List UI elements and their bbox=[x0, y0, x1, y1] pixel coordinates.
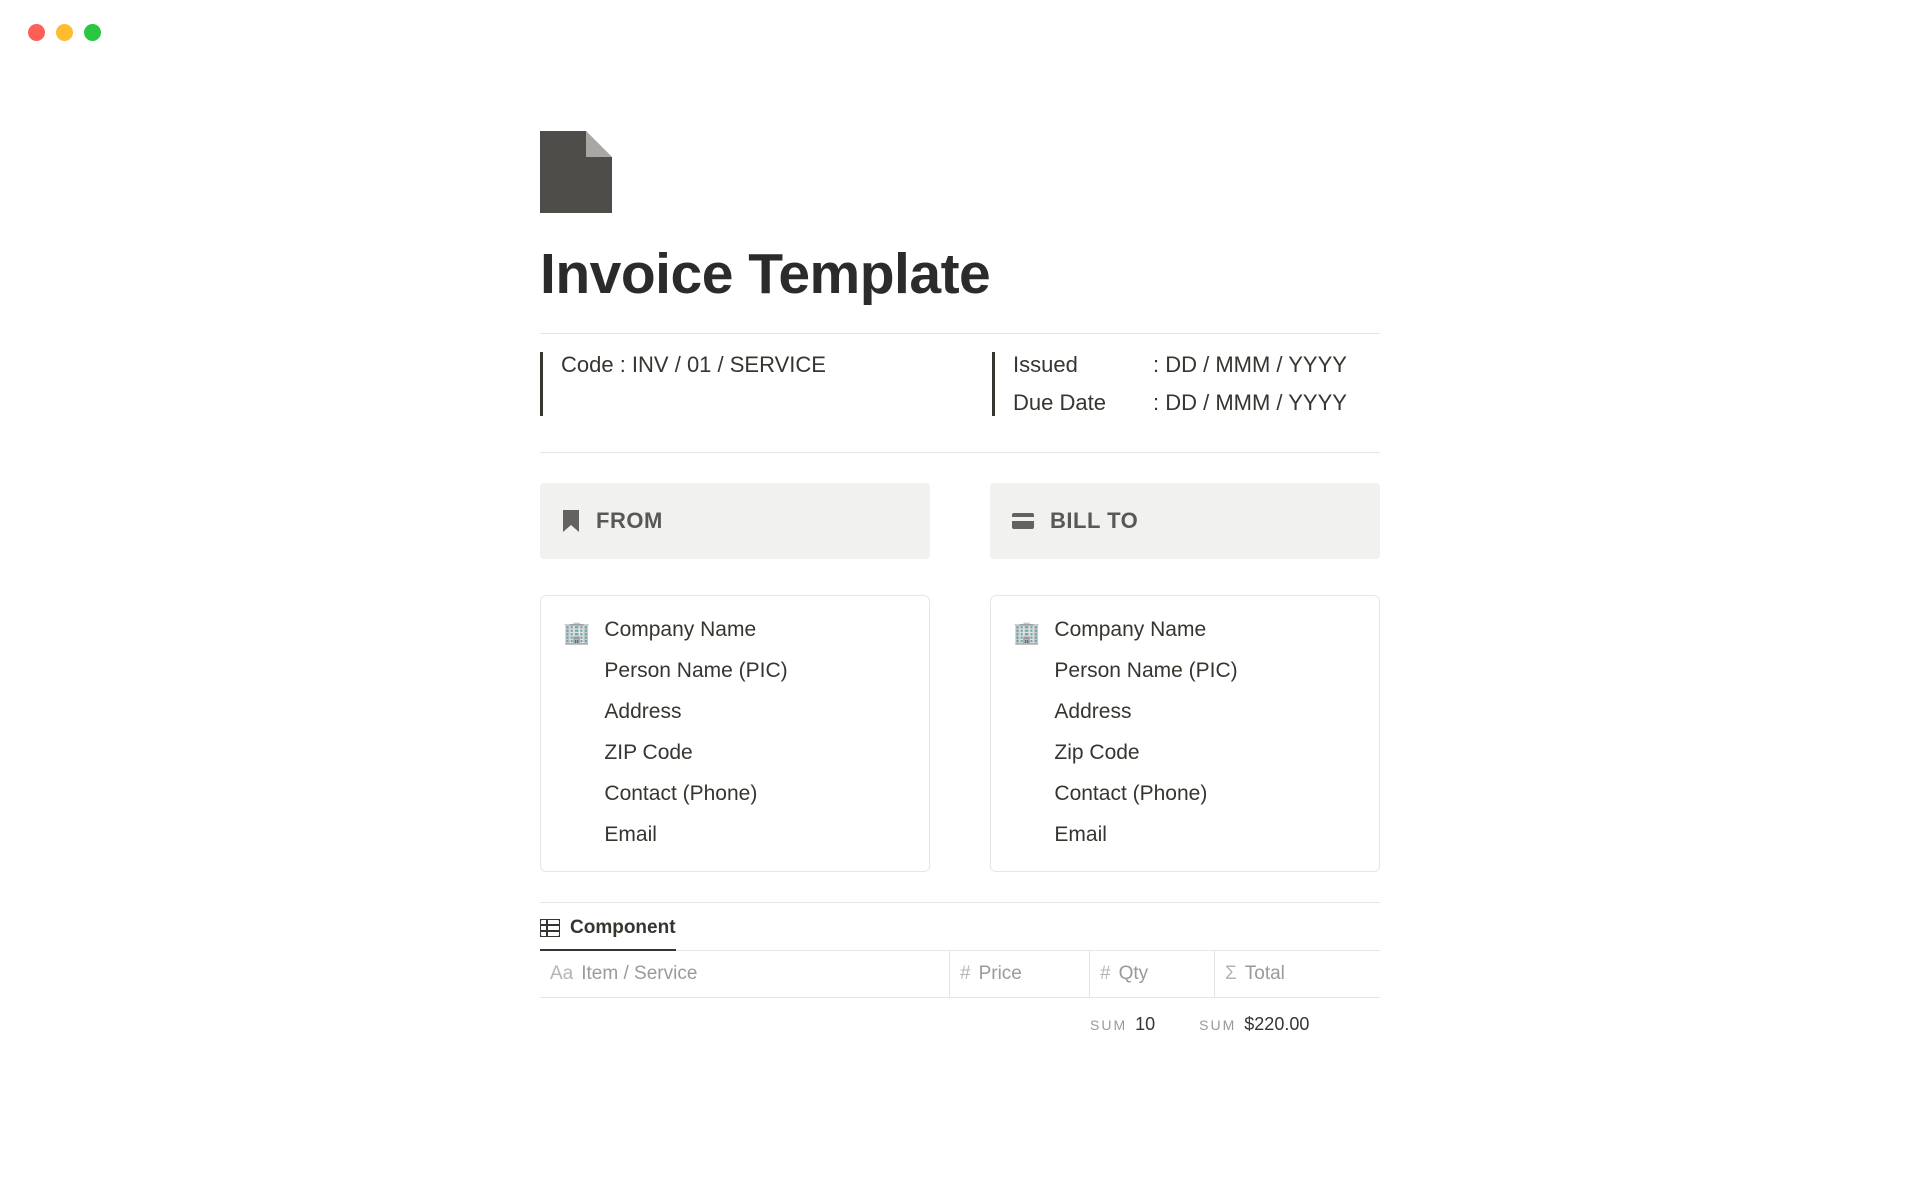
billto-contact[interactable]: Contact (Phone) bbox=[1054, 782, 1237, 806]
from-contact[interactable]: Contact (Phone) bbox=[604, 782, 787, 806]
table-icon bbox=[540, 919, 560, 937]
from-zip[interactable]: ZIP Code bbox=[604, 741, 787, 765]
billto-zip[interactable]: Zip Code bbox=[1054, 741, 1237, 765]
divider bbox=[540, 333, 1380, 334]
formula-property-icon: Σ bbox=[1225, 963, 1237, 985]
page-content[interactable]: Invoice Template Code : INV / 01 / SERVI… bbox=[480, 131, 1440, 1035]
table-header: Aa Item / Service # Price # Qty Σ Total bbox=[540, 951, 1380, 998]
sum-qty[interactable]: SUM 10 bbox=[1090, 1014, 1155, 1035]
building-icon: 🏢 bbox=[563, 618, 590, 847]
col-qty-label: Qty bbox=[1119, 963, 1149, 985]
from-label: FROM bbox=[596, 508, 663, 534]
window-chrome bbox=[0, 0, 1920, 41]
bookmark-icon bbox=[562, 510, 580, 532]
issued-row[interactable]: Issued : DD / MMM / YYYY bbox=[1013, 352, 1380, 378]
table-sums: SUM 10 SUM $220.00 bbox=[540, 998, 1380, 1035]
sum-qty-value: 10 bbox=[1135, 1014, 1155, 1034]
due-row[interactable]: Due Date : DD / MMM / YYYY bbox=[1013, 390, 1380, 416]
page-title[interactable]: Invoice Template bbox=[540, 241, 1380, 307]
from-card[interactable]: 🏢 Company Name Person Name (PIC) Address… bbox=[540, 595, 930, 872]
col-price-label: Price bbox=[979, 963, 1022, 985]
database-view-tab[interactable]: Component bbox=[540, 917, 676, 951]
from-header[interactable]: FROM bbox=[540, 483, 930, 559]
col-item-label: Item / Service bbox=[581, 963, 697, 985]
maximize-window-button[interactable] bbox=[84, 24, 101, 41]
close-window-button[interactable] bbox=[28, 24, 45, 41]
database-view-label: Component bbox=[570, 917, 676, 939]
col-price[interactable]: # Price bbox=[950, 951, 1090, 997]
divider bbox=[540, 902, 1380, 903]
items-table[interactable]: Aa Item / Service # Price # Qty Σ Total … bbox=[540, 950, 1380, 1035]
page-icon[interactable] bbox=[540, 131, 1380, 213]
sum-label: SUM bbox=[1199, 1017, 1236, 1033]
divider bbox=[540, 452, 1380, 453]
col-qty[interactable]: # Qty bbox=[1090, 951, 1215, 997]
credit-card-icon bbox=[1012, 513, 1034, 529]
col-item[interactable]: Aa Item / Service bbox=[540, 951, 950, 997]
code-text[interactable]: Code : INV / 01 / SERVICE bbox=[561, 352, 928, 378]
sum-label: SUM bbox=[1090, 1017, 1127, 1033]
billto-address[interactable]: Address bbox=[1054, 700, 1237, 724]
from-company[interactable]: Company Name bbox=[604, 618, 787, 642]
billto-company[interactable]: Company Name bbox=[1054, 618, 1237, 642]
number-property-icon: # bbox=[960, 963, 971, 985]
dates-block[interactable]: Issued : DD / MMM / YYYY Due Date : DD /… bbox=[992, 352, 1380, 416]
code-block[interactable]: Code : INV / 01 / SERVICE bbox=[540, 352, 928, 416]
issued-label: Issued bbox=[1013, 352, 1153, 378]
col-total-label: Total bbox=[1245, 963, 1285, 985]
from-address[interactable]: Address bbox=[604, 700, 787, 724]
sum-total-value: $220.00 bbox=[1244, 1014, 1309, 1034]
sum-total[interactable]: SUM $220.00 bbox=[1199, 1014, 1309, 1035]
text-property-icon: Aa bbox=[550, 963, 573, 985]
due-label: Due Date bbox=[1013, 390, 1153, 416]
due-value[interactable]: : DD / MMM / YYYY bbox=[1153, 390, 1347, 416]
minimize-window-button[interactable] bbox=[56, 24, 73, 41]
number-property-icon: # bbox=[1100, 963, 1111, 985]
document-icon bbox=[540, 131, 612, 213]
billto-email[interactable]: Email bbox=[1054, 823, 1237, 847]
col-total[interactable]: Σ Total bbox=[1215, 951, 1375, 997]
building-icon: 🏢 bbox=[1013, 618, 1040, 847]
billto-header[interactable]: BILL TO bbox=[990, 483, 1380, 559]
billto-card[interactable]: 🏢 Company Name Person Name (PIC) Address… bbox=[990, 595, 1380, 872]
billto-person[interactable]: Person Name (PIC) bbox=[1054, 659, 1237, 683]
billto-label: BILL TO bbox=[1050, 508, 1138, 534]
from-person[interactable]: Person Name (PIC) bbox=[604, 659, 787, 683]
from-email[interactable]: Email bbox=[604, 823, 787, 847]
issued-value[interactable]: : DD / MMM / YYYY bbox=[1153, 352, 1347, 378]
